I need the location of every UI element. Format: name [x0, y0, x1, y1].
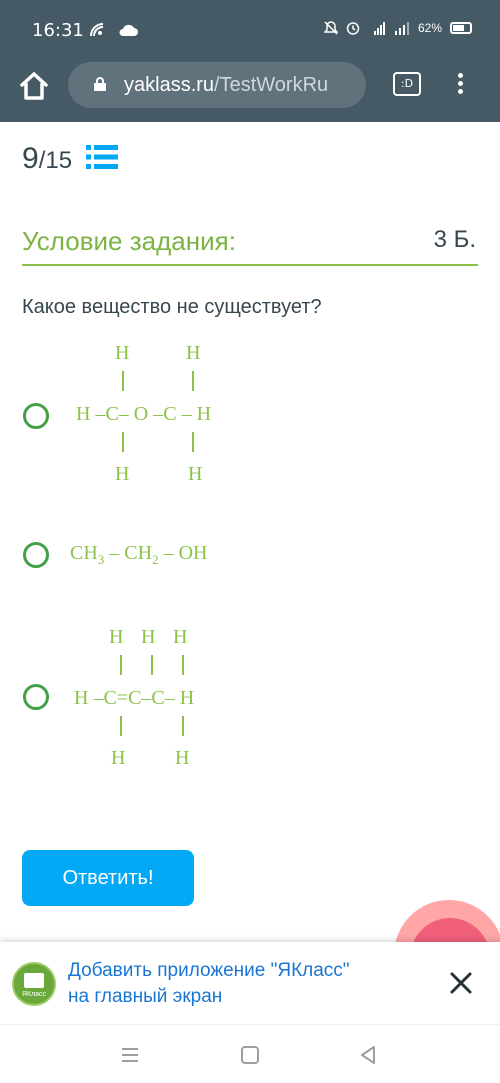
bond-line	[120, 655, 122, 675]
bond-line	[182, 655, 184, 675]
bond-line	[192, 371, 194, 391]
atom-label: H	[141, 626, 156, 648]
option-1-structure: H H H –C– O –C – H H H	[76, 342, 276, 492]
atom-label: H	[111, 747, 126, 769]
banner-text-line-1: Добавить приложение "ЯКласс"	[68, 960, 350, 981]
task-title: Условие задания:	[22, 226, 236, 256]
home-icon[interactable]	[16, 68, 52, 104]
progress-total: /15	[38, 147, 73, 174]
lock-icon	[94, 77, 106, 91]
dnd-icon	[323, 21, 338, 35]
book-icon	[24, 973, 44, 988]
url-path: /TestWorkRu	[214, 74, 329, 96]
tab-switcher-button[interactable]: :D	[393, 72, 421, 96]
banner-text-line-2: на главный экран	[68, 986, 223, 1007]
bond-line	[122, 432, 124, 452]
bond-line	[151, 655, 153, 675]
atom-label: H	[175, 747, 190, 769]
status-bar: 16:31 62%	[0, 0, 500, 62]
home-nav-icon[interactable]	[238, 1043, 262, 1067]
option-3-radio[interactable]	[23, 684, 49, 710]
banner-text[interactable]: Добавить приложение "ЯКласс" на главный …	[68, 958, 428, 1010]
system-nav-bar	[0, 1024, 500, 1083]
answer-button[interactable]: Ответить!	[22, 850, 194, 906]
address-bar[interactable]: yaklass.ru/TestWorkRu	[68, 62, 366, 108]
task-progress: 9 /15	[22, 142, 119, 176]
browser-toolbar: yaklass.ru/TestWorkRu :D	[0, 62, 500, 122]
back-icon[interactable]	[356, 1043, 380, 1067]
atom-label: H	[109, 626, 124, 648]
yaklass-logo: ЯКласс	[12, 962, 56, 1006]
bond-line	[122, 371, 124, 391]
cloud-icon	[119, 25, 138, 37]
structure-main-chain: H –C– O –C – H	[76, 403, 212, 425]
option-2-formula: CH3 – CH2 – OH	[70, 542, 290, 572]
battery-percent: 62%	[417, 21, 442, 35]
url-text: yaklass.ru/TestWorkRu	[124, 74, 328, 97]
progress-current: 9	[22, 142, 39, 175]
task-list-icon[interactable]	[86, 144, 119, 170]
recent-apps-icon[interactable]	[118, 1043, 142, 1067]
url-host: yaklass.ru	[124, 74, 215, 96]
task-header: Условие задания: 3 Б.	[22, 222, 478, 266]
atom-label: H	[115, 342, 130, 364]
atom-label: H	[186, 342, 201, 364]
bond-line	[192, 432, 194, 452]
logo-label: ЯКласс	[21, 991, 47, 998]
battery-icon	[450, 22, 472, 34]
task-points: 3 Б.	[433, 226, 476, 253]
option-3-structure: H H H H –C=C–C– H H H	[74, 626, 274, 776]
atom-label: H	[188, 463, 203, 485]
status-time: 16:31	[32, 20, 84, 41]
wifi-calling-icon	[90, 23, 104, 37]
close-icon[interactable]	[446, 968, 476, 998]
option-2-radio[interactable]	[23, 542, 49, 568]
install-app-banner: ЯКласс Добавить приложение "ЯКласс" на г…	[0, 942, 500, 1024]
atom-label: H	[115, 463, 130, 485]
signal-icon	[394, 22, 409, 35]
signal-4g-icon	[373, 22, 385, 35]
bond-line	[182, 716, 184, 736]
alarm-icon	[346, 22, 360, 35]
browser-menu-icon[interactable]	[452, 70, 468, 100]
status-right-icons: 62%	[323, 21, 472, 35]
option-1-radio[interactable]	[23, 403, 49, 429]
question-text: Какое вещество не существует?	[22, 296, 322, 318]
status-left-icons	[90, 21, 138, 37]
structure-main-chain: H –C=C–C– H	[74, 687, 195, 709]
formula-text: CH3 – CH2 – OH	[70, 542, 208, 567]
atom-label: H	[173, 626, 188, 648]
bond-line	[120, 716, 122, 736]
